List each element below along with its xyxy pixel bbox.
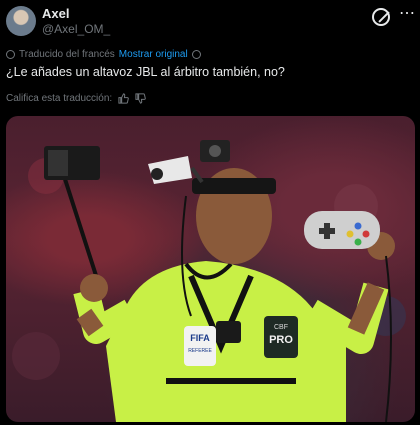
grok-icon[interactable] [372,8,390,26]
fifa-badge-text: FIFA [190,333,210,343]
translation-row: Traducido del francés Mostrar original [6,49,201,60]
fifa-badge [184,326,216,366]
show-original-link[interactable]: Mostrar original [119,49,188,60]
author-handle[interactable]: @Axel_OM_ [42,22,110,36]
tweet-photo[interactable]: FIFA REFEREE CBF PRO [6,116,415,422]
rate-translation-label: Califica esta traducción: [6,93,113,104]
thumbs-down-icon[interactable] [135,93,146,104]
rate-translation-row: Califica esta traducción: [6,93,146,104]
cbf-badge-text: CBF [274,324,288,331]
translate-icon [6,50,15,59]
avatar[interactable] [6,6,36,36]
more-icon[interactable]: ⋯ [399,3,416,23]
fifa-badge-sub: REFEREE [188,348,212,354]
author-name[interactable]: Axel [42,6,69,21]
thumbs-up-icon[interactable] [118,93,129,104]
referee-illustration: FIFA REFEREE CBF PRO [12,140,406,422]
game-controller-shape [304,211,380,249]
info-icon[interactable] [191,50,201,59]
cbf-badge-sub: PRO [269,334,293,346]
tweet-text: ¿Le añades un altavoz JBL al árbitro tam… [6,65,285,79]
translation-note: Traducido del francés [19,49,115,60]
